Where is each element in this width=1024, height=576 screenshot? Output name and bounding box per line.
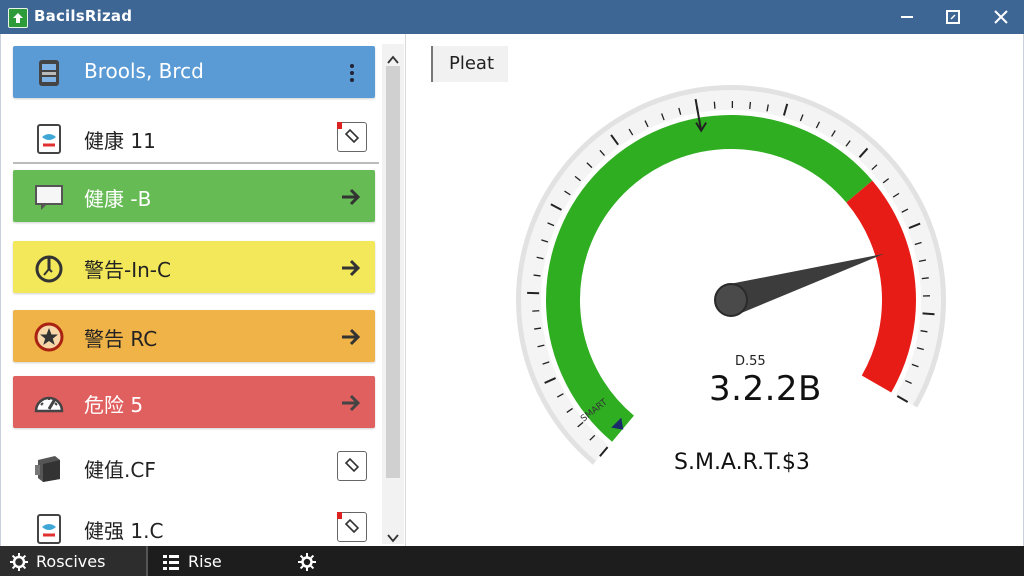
edit-icon [344,518,360,534]
arrow-right-icon[interactable] [339,390,365,416]
taskbar-item-roscives[interactable]: Roscives [0,546,148,576]
disk-health-icon [33,513,65,545]
sidebar-item-label: 健康 -B [84,187,152,211]
sidebar-item-health-b[interactable]: 健康 -B [13,170,375,222]
sidebar-item-warning-in-c[interactable]: 警告-In-C [13,241,375,293]
taskbar-label: Rise [188,552,222,571]
gauge-tick [713,101,716,109]
sidebar-item-warning-rc[interactable]: 警告 RC [13,310,375,362]
flag-marker [337,122,342,129]
sidebar-item-label: 健值.CF [84,458,156,482]
gauge-bad-band [846,180,916,393]
arrow-right-icon[interactable] [339,184,365,210]
close-button[interactable] [986,4,1016,30]
disk-health-icon [33,123,65,155]
edit-button[interactable] [337,451,367,481]
sidebar-item-label: 警告 RC [84,327,158,351]
gauge-tick [749,101,752,109]
main-panel: Pleat SMART D.55 3.2.2B S.M.A.R.T.$3 [405,34,1024,546]
edit-icon [344,457,360,473]
gauge-hub [714,283,748,317]
list-icon [163,555,179,570]
gauge-tick [921,277,929,280]
sidebar-item-label: 警告-In-C [84,258,171,282]
gauge-value: 3.2.2B [709,369,822,409]
scrollbar-thumb[interactable] [386,66,400,478]
drive-list-sidebar: Brools, Brcd 健康 11 健康 -B 警告-In-C 警告 RC 危… [1,34,406,554]
maximize-button[interactable] [938,4,968,30]
sidebar-item-label: 健强 1.C [84,519,164,543]
sidebar-item-health-11[interactable]: 健康 11 [13,112,375,164]
taskbar-label: Roscives [36,552,106,571]
sidebar-item-drive-header[interactable]: Brools, Brcd [13,46,375,98]
star-badge-icon [33,321,65,353]
drive-block-icon [33,452,65,484]
chat-bubble-icon [33,181,65,213]
storage-drive-icon [33,57,65,89]
arrow-right-icon[interactable] [339,255,365,281]
sidebar-item-label: 危险 5 [84,393,144,417]
scroll-down-icon[interactable] [387,528,399,543]
power-icon [33,252,65,284]
arrow-right-icon[interactable] [339,324,365,350]
taskbar-item-settings[interactable] [288,546,328,576]
sidebar-scrollbar[interactable] [382,44,404,544]
sidebar-item-label: 健康 11 [84,129,156,153]
minimize-button[interactable] [892,4,922,30]
divider [13,162,379,164]
sidebar-item-danger-5[interactable]: 危险 5 [13,376,375,428]
edit-button[interactable] [337,122,367,152]
edit-button[interactable] [337,512,367,542]
gear-icon [10,553,28,571]
taskbar-item-rise[interactable]: Rise [152,546,272,576]
sidebar-item-health-cf[interactable]: 健值.CF [13,441,375,493]
more-vertical-icon[interactable] [339,60,365,86]
gauge-needle [726,253,885,316]
settings-icon [298,553,316,571]
title-bar: BacilsRizad [0,0,1024,34]
gauge-tick [922,312,935,316]
edit-icon [344,128,360,144]
taskbar: Roscives Rise [0,546,1024,576]
gauge-caption: S.M.A.R.T.$3 [674,450,810,475]
gauge-tick [533,274,541,277]
window-title: BacilsRizad [34,7,133,25]
speedometer-icon [33,387,65,419]
window-body: Brools, Brcd 健康 11 健康 -B 警告-In-C 警告 RC 危… [0,34,1024,554]
flag-marker [337,512,342,519]
app-icon [8,8,28,28]
scroll-up-icon[interactable] [387,50,399,64]
sidebar-item-label: Brools, Brcd [84,59,204,83]
gauge-small-label: D.55 [735,354,766,369]
